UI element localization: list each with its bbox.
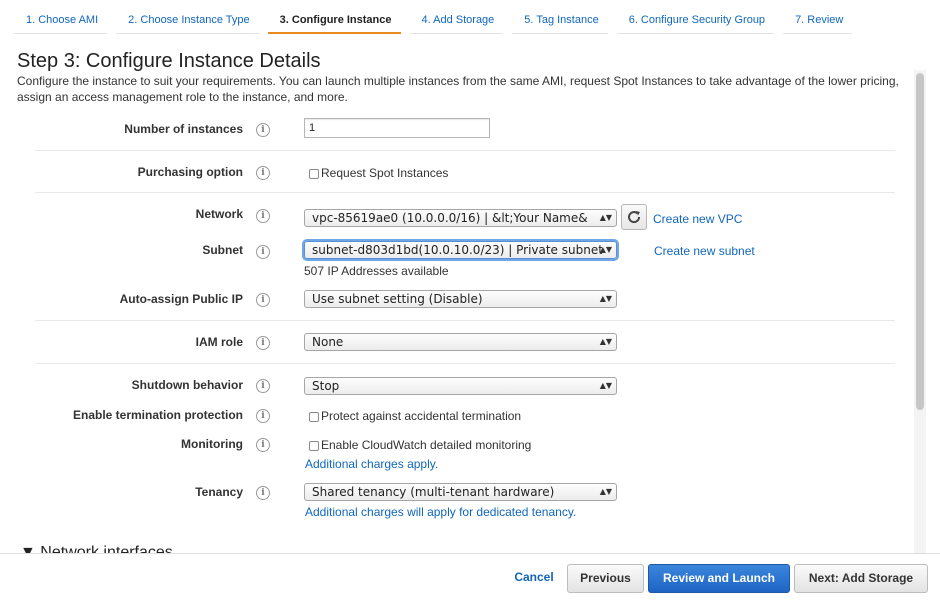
page-description: Configure the instance to suit your requ… xyxy=(17,74,899,104)
label-auto-assign-public-ip: Auto-assign Public IP xyxy=(119,292,243,306)
request-spot-instances-label[interactable]: Request Spot Instances xyxy=(321,166,448,180)
tab-choose-ami[interactable]: 1. Choose AMI xyxy=(14,8,108,34)
info-icon[interactable]: i xyxy=(256,438,270,452)
cloudwatch-monitoring-checkbox[interactable] xyxy=(309,441,319,451)
tab-configure-instance[interactable]: 3. Configure Instance xyxy=(267,8,401,34)
request-spot-instances-checkbox[interactable] xyxy=(309,169,319,179)
review-and-launch-button[interactable]: Review and Launch xyxy=(648,564,790,593)
cloudwatch-monitoring-label[interactable]: Enable CloudWatch detailed monitoring xyxy=(321,438,531,452)
ip-addresses-available: 507 IP Addresses available xyxy=(304,264,449,278)
dedicated-tenancy-charges-link[interactable]: Additional charges will apply for dedica… xyxy=(305,505,576,519)
subnet-select-value: subnet-d803d1bd(10.0.10.0/23) | Private … xyxy=(312,243,602,257)
wizard-footer: Cancel Previous Review and Launch Next: … xyxy=(0,553,940,605)
tab-configure-security-group[interactable]: 6. Configure Security Group xyxy=(616,8,775,34)
info-icon[interactable]: i xyxy=(256,209,270,223)
select-arrows-icon: ▲▼ xyxy=(599,213,612,222)
refresh-icon xyxy=(628,211,641,224)
select-arrows-icon: ▲▼ xyxy=(599,337,612,346)
label-number-of-instances: Number of instances xyxy=(124,122,243,136)
info-icon[interactable]: i xyxy=(256,293,270,307)
create-new-subnet-link[interactable]: Create new subnet xyxy=(654,244,755,258)
previous-button[interactable]: Previous xyxy=(567,564,644,593)
info-icon[interactable]: i xyxy=(256,409,270,423)
info-icon[interactable]: i xyxy=(256,166,270,180)
info-icon[interactable]: i xyxy=(256,245,270,259)
additional-charges-link[interactable]: Additional charges apply. xyxy=(305,457,438,471)
label-tenancy: Tenancy xyxy=(195,485,243,499)
info-icon[interactable]: i xyxy=(256,123,270,137)
divider xyxy=(35,192,895,193)
shutdown-behavior-value: Stop xyxy=(312,379,340,393)
select-arrows-icon: ▲▼ xyxy=(599,381,612,390)
vertical-scrollbar[interactable] xyxy=(914,70,926,553)
select-arrows-icon: ▲▼ xyxy=(599,245,612,254)
ec2-launch-wizard: 1. Choose AMI 2. Choose Instance Type 3.… xyxy=(0,0,940,605)
info-icon[interactable]: i xyxy=(256,336,270,350)
next-add-storage-button[interactable]: Next: Add Storage xyxy=(794,564,928,593)
scrollbar-thumb[interactable] xyxy=(916,73,924,410)
network-select-value: vpc-85619ae0 (10.0.0.0/16) | &lt;Your Na… xyxy=(312,211,588,225)
auto-assign-public-ip-value: Use subnet setting (Disable) xyxy=(312,292,483,306)
cancel-button[interactable]: Cancel xyxy=(507,564,561,593)
tenancy-value: Shared tenancy (multi-tenant hardware) xyxy=(312,485,555,499)
label-iam-role: IAM role xyxy=(195,335,243,349)
info-icon[interactable]: i xyxy=(256,379,270,393)
select-arrows-icon: ▲▼ xyxy=(599,487,612,496)
select-arrows-icon: ▲▼ xyxy=(599,294,612,303)
shutdown-behavior-select[interactable]: Stop ▲▼ xyxy=(304,377,617,395)
label-termination-protection: Enable termination protection xyxy=(72,408,243,422)
create-new-vpc-link[interactable]: Create new VPC xyxy=(653,212,742,226)
iam-role-select[interactable]: None ▲▼ xyxy=(304,333,617,351)
termination-protection-checkbox[interactable] xyxy=(309,412,319,422)
tab-add-storage[interactable]: 4. Add Storage xyxy=(409,8,504,34)
number-of-instances-input[interactable] xyxy=(304,118,490,138)
termination-protection-label[interactable]: Protect against accidental termination xyxy=(321,409,521,423)
info-icon[interactable]: i xyxy=(256,486,270,500)
label-network: Network xyxy=(195,207,243,221)
tab-tag-instance[interactable]: 5. Tag Instance xyxy=(512,8,608,34)
label-purchasing-option: Purchasing option xyxy=(137,165,243,179)
network-select[interactable]: vpc-85619ae0 (10.0.0.0/16) | &lt;Your Na… xyxy=(304,209,617,227)
tenancy-select[interactable]: Shared tenancy (multi-tenant hardware) ▲… xyxy=(304,483,617,501)
auto-assign-public-ip-select[interactable]: Use subnet setting (Disable) ▲▼ xyxy=(304,290,617,308)
page-title: Step 3: Configure Instance Details xyxy=(17,50,321,72)
tab-choose-instance-type[interactable]: 2. Choose Instance Type xyxy=(116,8,259,34)
iam-role-value: None xyxy=(312,335,344,349)
divider xyxy=(35,320,895,321)
label-monitoring: Monitoring xyxy=(181,437,243,451)
divider xyxy=(35,150,895,151)
subnet-select[interactable]: subnet-d803d1bd(10.0.10.0/23) | Private … xyxy=(304,241,617,259)
refresh-button[interactable] xyxy=(621,204,647,230)
wizard-tabs: 1. Choose AMI 2. Choose Instance Type 3.… xyxy=(14,8,861,34)
tab-review[interactable]: 7. Review xyxy=(783,8,853,34)
label-shutdown-behavior: Shutdown behavior xyxy=(131,378,243,392)
label-subnet: Subnet xyxy=(202,243,243,257)
divider xyxy=(35,363,895,364)
